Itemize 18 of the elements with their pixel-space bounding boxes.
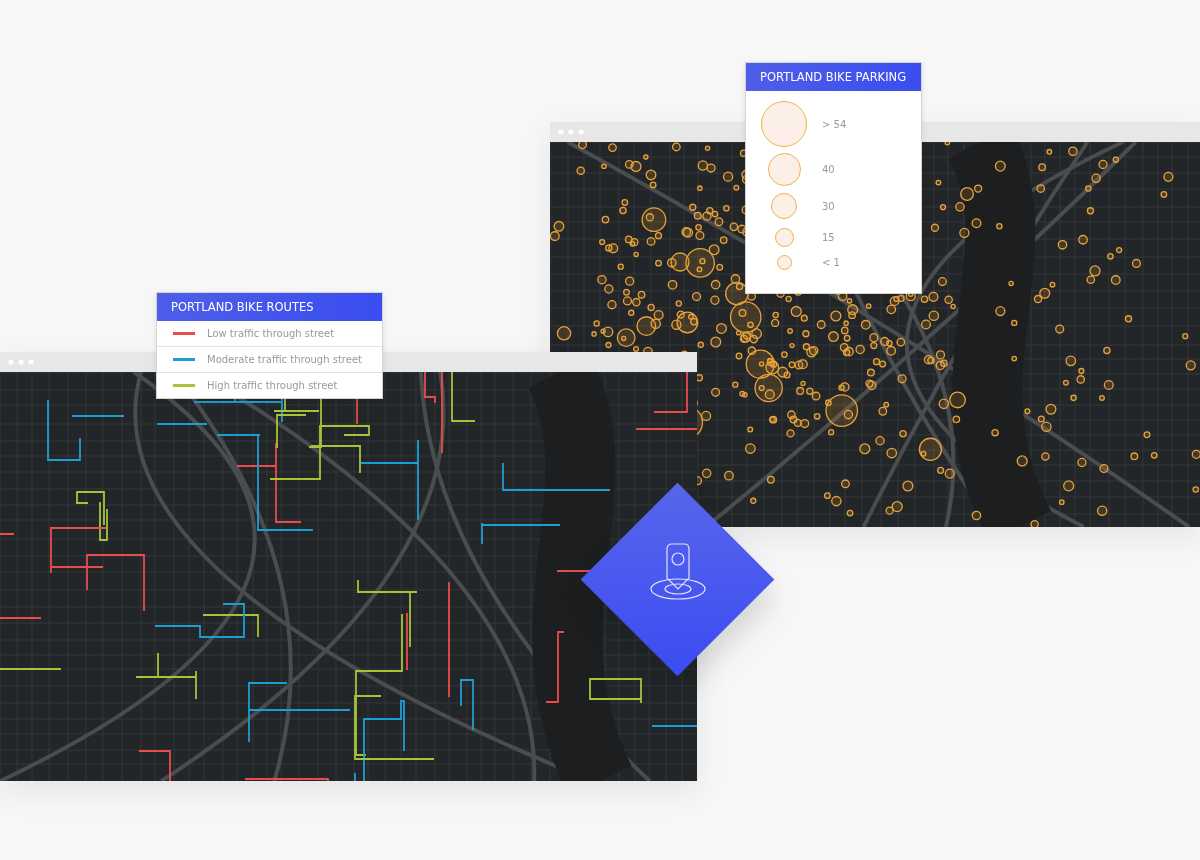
legend-label: Moderate traffic through street bbox=[207, 354, 362, 365]
dots-icon bbox=[558, 129, 584, 135]
legend-label: > 54 bbox=[822, 118, 847, 130]
legend-label: Low traffic through street bbox=[207, 328, 335, 339]
circle-icon bbox=[771, 193, 797, 219]
circle-icon bbox=[774, 227, 794, 247]
legend-label: 15 bbox=[822, 231, 835, 243]
circle-icon bbox=[776, 254, 792, 270]
location-pin-icon bbox=[650, 543, 707, 601]
legend-title: PORTLAND BIKE ROUTES bbox=[157, 293, 382, 321]
legend-label: High traffic through street bbox=[207, 380, 338, 391]
legend-label: 30 bbox=[822, 200, 835, 212]
legend-label: < 1 bbox=[822, 256, 840, 268]
circle-icon bbox=[767, 152, 801, 186]
circle-icon bbox=[761, 101, 807, 147]
legend-title: PORTLAND BIKE PARKING bbox=[746, 63, 921, 91]
dots-icon bbox=[8, 359, 34, 365]
legend-label: 40 bbox=[822, 163, 835, 175]
